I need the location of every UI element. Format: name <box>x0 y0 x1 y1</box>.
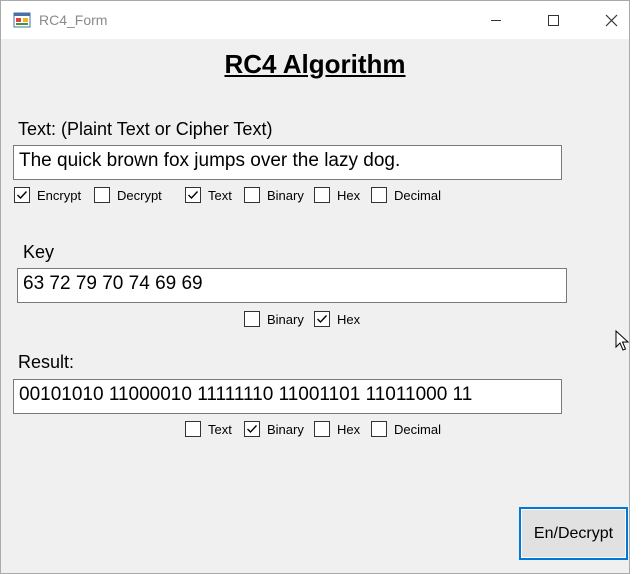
checkbox-encrypt[interactable]: Encrypt <box>14 186 81 204</box>
checkbox-text[interactable]: Text <box>185 186 232 204</box>
checkbox-label: Binary <box>267 187 304 203</box>
checkmark-icon <box>17 191 28 200</box>
checkbox-box[interactable] <box>371 187 387 203</box>
en-decrypt-button[interactable]: En/Decrypt <box>519 507 628 560</box>
result-checkbox-hex[interactable]: Hex <box>314 420 360 438</box>
checkbox-decrypt[interactable]: Decrypt <box>94 186 162 204</box>
checkbox-decimal[interactable]: Decimal <box>371 186 441 204</box>
checkbox-box[interactable] <box>185 187 201 203</box>
key-checkbox-hex[interactable]: Hex <box>314 310 360 328</box>
checkbox-box[interactable] <box>314 311 330 327</box>
checkbox-label: Text <box>208 187 232 203</box>
title-bar[interactable]: RC4_Form <box>1 1 629 39</box>
checkbox-label: Decimal <box>394 421 441 437</box>
checkbox-box[interactable] <box>185 421 201 437</box>
page-title: RC4 Algorithm <box>224 49 406 79</box>
mouse-cursor-icon <box>615 330 629 351</box>
checkbox-box[interactable] <box>371 421 387 437</box>
checkbox-label: Binary <box>267 421 304 437</box>
checkmark-icon <box>188 191 199 200</box>
text-input[interactable]: The quick brown fox jumps over the lazy … <box>13 145 562 180</box>
checkbox-label: Text <box>208 421 232 437</box>
rc4-form-window: RC4_Form RC4 Algorithm Text: (Plaint Tex… <box>0 0 630 574</box>
key-checkbox-binary[interactable]: Binary <box>244 310 304 328</box>
result-output[interactable]: 00101010 11000010 11111110 11001101 1101… <box>13 379 562 414</box>
checkbox-box[interactable] <box>244 311 260 327</box>
maximize-button[interactable] <box>525 1 583 39</box>
minimize-button[interactable] <box>467 1 525 39</box>
checkbox-label: Hex <box>337 187 361 203</box>
checkbox-box[interactable] <box>94 187 110 203</box>
checkbox-box[interactable] <box>244 421 260 437</box>
checkbox-box[interactable] <box>314 421 330 437</box>
maximize-icon <box>548 15 559 26</box>
checkbox-label: Decrypt <box>117 187 162 203</box>
minimize-icon <box>491 20 501 21</box>
checkbox-label: Binary <box>267 311 304 327</box>
checkbox-hex[interactable]: Hex <box>314 186 360 204</box>
result-label: Result: <box>18 352 75 372</box>
text-label: Text: (Plaint Text or Cipher Text) <box>18 119 273 139</box>
checkmark-icon <box>247 425 258 434</box>
checkbox-label: Encrypt <box>37 187 82 203</box>
checkbox-box[interactable] <box>244 187 260 203</box>
result-checkbox-decimal[interactable]: Decimal <box>371 420 441 438</box>
checkbox-box[interactable] <box>314 187 330 203</box>
checkmark-icon <box>317 315 328 324</box>
checkbox-label: Hex <box>337 311 361 327</box>
key-label: Key <box>23 242 55 262</box>
checkbox-box[interactable] <box>14 187 30 203</box>
window-title: RC4_Form <box>39 12 108 28</box>
result-checkbox-text[interactable]: Text <box>185 420 232 438</box>
checkbox-binary[interactable]: Binary <box>244 186 304 204</box>
app-form-icon <box>13 12 31 28</box>
close-button[interactable] <box>583 1 641 39</box>
result-checkbox-binary[interactable]: Binary <box>244 420 304 438</box>
close-icon <box>605 14 618 27</box>
checkbox-label: Decimal <box>394 187 441 203</box>
key-input[interactable]: 63 72 79 70 74 69 69 <box>17 268 567 303</box>
checkbox-label: Hex <box>337 421 361 437</box>
